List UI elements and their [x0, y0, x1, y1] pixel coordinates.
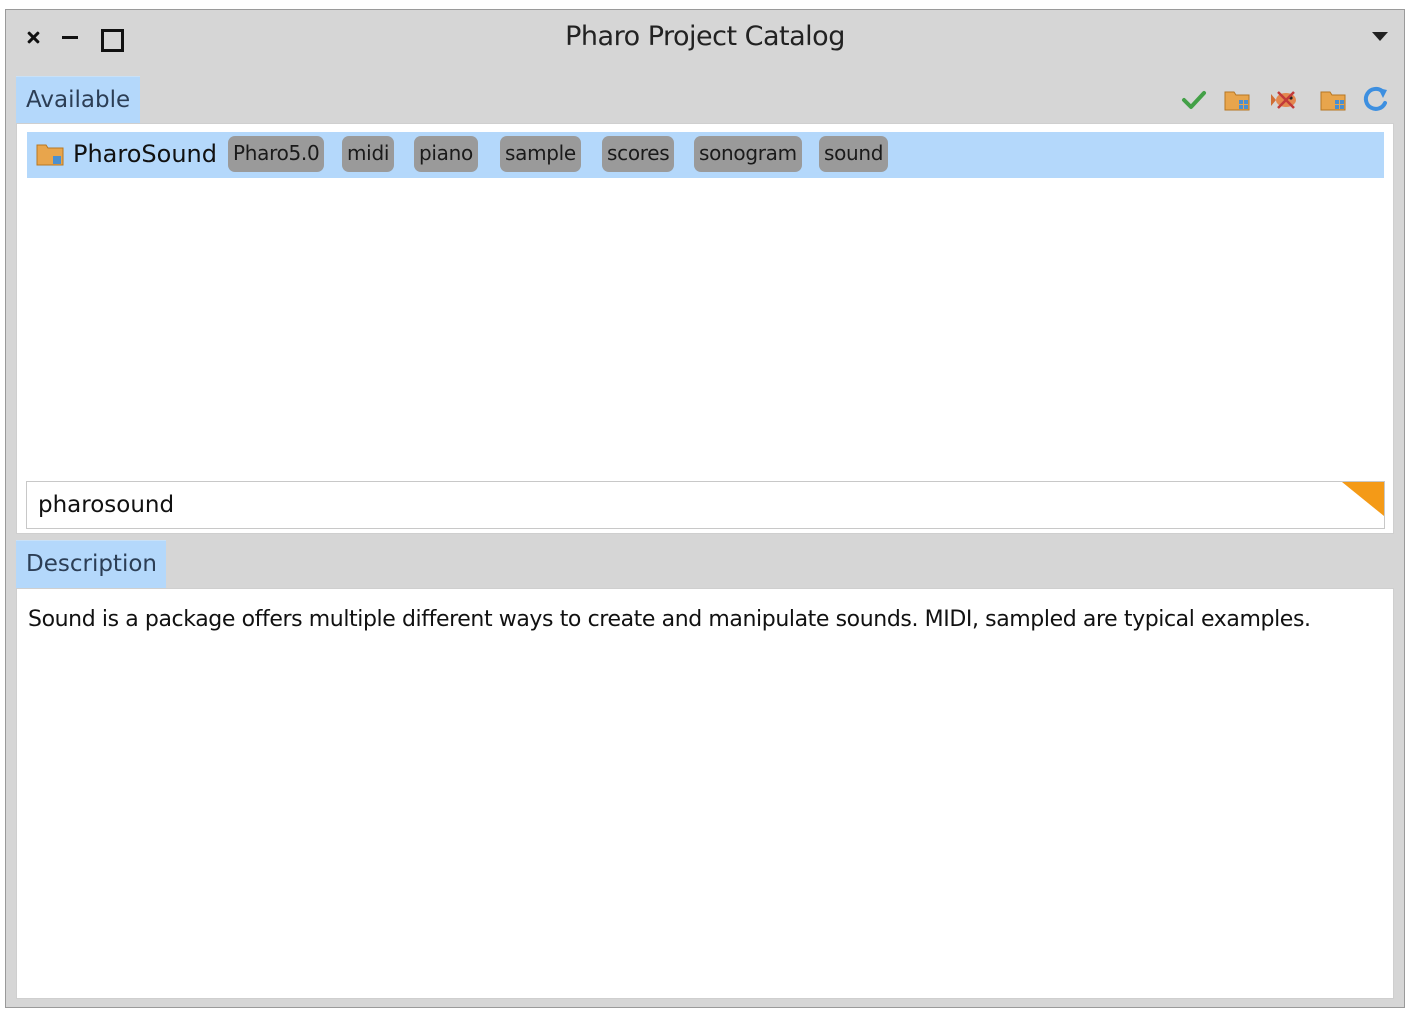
tag-badge: midi: [342, 136, 395, 172]
search-field[interactable]: [26, 481, 1385, 529]
tab-available[interactable]: Available: [16, 76, 140, 124]
available-panel: PharoSound Pharo5.0 midi piano sample sc…: [16, 123, 1394, 534]
tag-badge: sound: [819, 136, 889, 172]
refresh-icon[interactable]: [1360, 84, 1392, 116]
window-menu-arrow-icon[interactable]: [1372, 32, 1388, 41]
list-item[interactable]: PharoSound Pharo5.0 midi piano sample sc…: [27, 132, 1384, 178]
toolbar: [1178, 84, 1388, 118]
project-name: PharoSound: [73, 140, 217, 168]
tag-badge: sonogram: [694, 136, 802, 172]
tab-description[interactable]: Description: [16, 540, 166, 588]
project-list[interactable]: PharoSound Pharo5.0 midi piano sample sc…: [27, 132, 1384, 472]
window-title: Pharo Project Catalog: [565, 21, 845, 52]
tag-badge: scores: [602, 136, 675, 172]
search-modified-marker-icon: [1342, 482, 1384, 516]
tag-badge: Pharo5.0: [228, 136, 325, 172]
fish-icon[interactable]: [1270, 84, 1302, 116]
description-text: Sound is a package offers multiple diffe…: [28, 607, 1311, 632]
description-panel: Sound is a package offers multiple diffe…: [16, 588, 1394, 999]
tag-badge: sample: [500, 136, 581, 172]
load-package-folder-icon[interactable]: [1318, 84, 1350, 116]
tag-badge: piano: [414, 136, 478, 172]
title-bar[interactable]: Pharo Project Catalog: [6, 10, 1404, 66]
project-folder-icon: [35, 141, 67, 169]
catalog-window: Pharo Project Catalog Available PharoSou…: [5, 9, 1405, 1008]
load-folder-icon[interactable]: [1222, 84, 1254, 116]
search-input[interactable]: [27, 482, 1384, 528]
checkmark-icon[interactable]: [1178, 84, 1210, 116]
